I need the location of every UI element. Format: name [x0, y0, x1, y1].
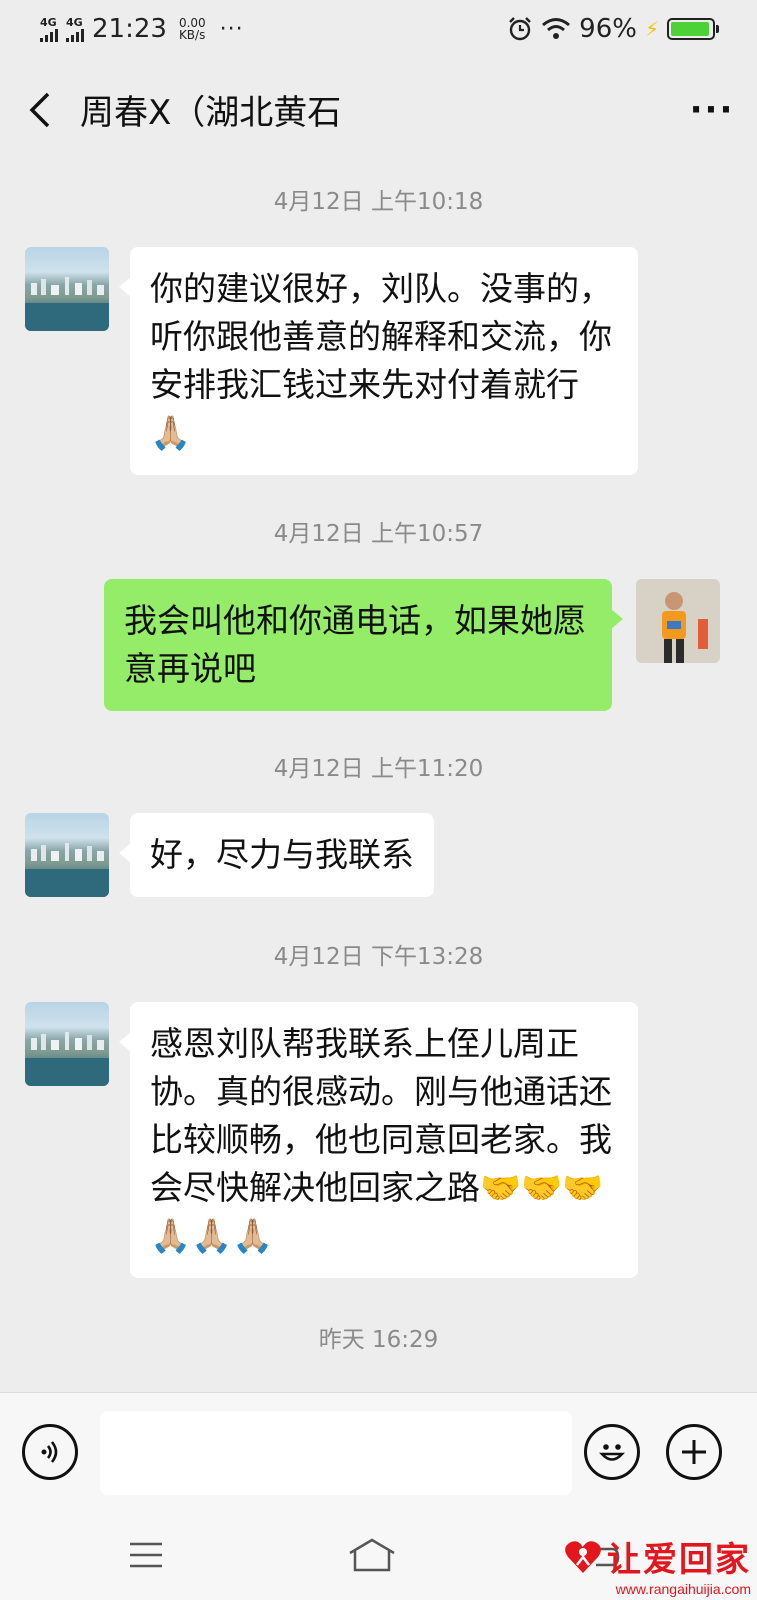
alarm-icon: [509, 17, 532, 41]
emoji-button[interactable]: [584, 1424, 640, 1480]
timestamp: 4月12日 下午13:28: [273, 944, 484, 970]
menu-button[interactable]: [116, 1530, 176, 1580]
battery-icon: [667, 18, 719, 40]
menu-icon: [130, 1542, 162, 1568]
back-button[interactable]: [0, 62, 80, 157]
watermark-title: 让爱回家: [607, 1540, 751, 1580]
timestamp: 4月12日 上午11:20: [273, 756, 484, 782]
watermark-logo: 让爱回家: [563, 1532, 751, 1581]
charging-icon: ⚡: [644, 17, 659, 41]
more-icon: ···: [689, 89, 735, 130]
voice-button[interactable]: [22, 1424, 78, 1480]
status-more-indicator: ···: [219, 16, 244, 42]
self-avatar[interactable]: [636, 579, 720, 663]
message-input[interactable]: [100, 1411, 572, 1495]
timestamp: 昨天 16:29: [318, 1327, 439, 1353]
battery-percent: 96%: [579, 14, 637, 44]
watermark-url: www.rangaihuijia.com: [615, 1581, 751, 1597]
timestamp: 4月12日 上午10:18: [273, 189, 484, 215]
city-photo: [25, 843, 109, 897]
city-photo: [25, 277, 109, 331]
contact-avatar[interactable]: [25, 1002, 109, 1086]
back-arrow-icon: [29, 92, 50, 127]
signal-icon-1: 4G: [40, 17, 58, 42]
status-left: 4G 4G 21:23 0.00 KB/s ···: [40, 14, 244, 44]
message-bubble-incoming[interactable]: 感恩刘队帮我联系上侄儿周正协。真的很感动。刚与他通话还比较顺畅，他也同意回老家。…: [119, 1002, 638, 1278]
emoji-icon: [599, 1444, 625, 1461]
home-button[interactable]: [342, 1530, 402, 1580]
city-photo: [25, 1032, 109, 1086]
plus-icon: [682, 1440, 706, 1464]
status-right: 96% ⚡: [507, 14, 719, 44]
clock: 21:23: [92, 14, 167, 44]
chat-header: 周春X（湖北黄石 ···: [0, 62, 757, 157]
timestamp: 4月12日 上午10:57: [273, 521, 484, 547]
watermark: 让爱回家 www.rangaihuijia.com: [563, 1532, 751, 1597]
contact-avatar[interactable]: [25, 813, 109, 897]
home-icon: [349, 1538, 395, 1572]
battery-fill: [671, 22, 710, 36]
message-bubble-incoming[interactable]: 好，尽力与我联系: [119, 813, 434, 897]
chat-area[interactable]: 4月12日 上午10:18 你的建议很好，刘队。没事的，听你跟他善意的解释和交流…: [0, 160, 757, 1392]
message-bubble-incoming[interactable]: 你的建议很好，刘队。没事的，听你跟他善意的解释和交流，你安排我汇钱过来先对付着就…: [119, 247, 638, 475]
status-bar: 4G 4G 21:23 0.00 KB/s ··· 96% ⚡: [0, 0, 757, 58]
runner-photo: [636, 579, 720, 663]
voice-icon: [41, 1441, 58, 1463]
network-speed-unit: KB/s: [178, 28, 206, 42]
wifi-icon: [542, 18, 571, 39]
add-button[interactable]: [666, 1424, 722, 1480]
chat-title: 周春X（湖北黄石: [80, 93, 342, 133]
signal-icon-2: 4G: [66, 17, 84, 42]
heart-logo-icon: [565, 1540, 601, 1573]
input-bar: [0, 1392, 757, 1510]
network-speed: 0.00 KB/s: [179, 17, 206, 41]
contact-avatar[interactable]: [25, 247, 109, 331]
more-options-button[interactable]: ···: [667, 62, 757, 157]
network-type-label: 4G: [66, 15, 83, 29]
message-bubble-outgoing[interactable]: 我会叫他和你通电话，如果她愿意再说吧: [104, 579, 623, 711]
network-type-label: 4G: [40, 15, 57, 29]
